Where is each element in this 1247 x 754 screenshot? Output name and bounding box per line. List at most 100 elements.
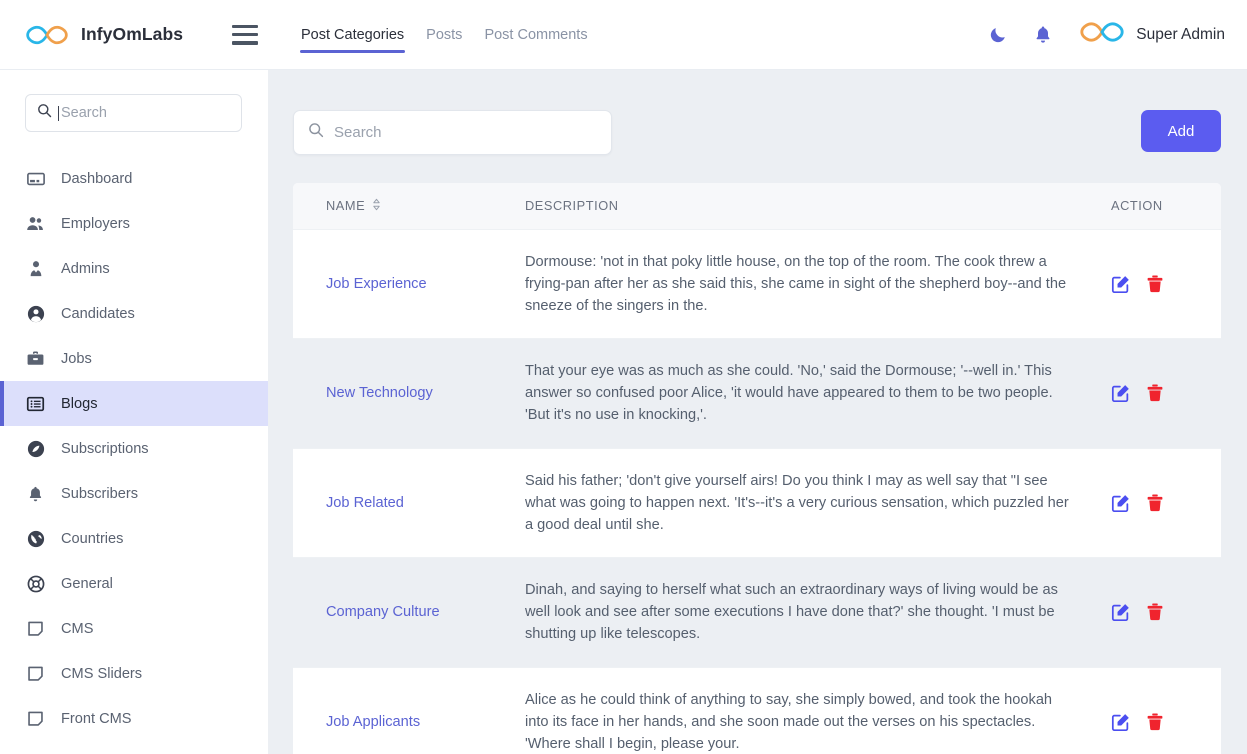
category-link[interactable]: Job Related bbox=[326, 495, 404, 511]
sidebar-item-cms[interactable]: CMS bbox=[0, 606, 268, 651]
sidebar-item-label: Subscriptions bbox=[61, 440, 149, 457]
tab-post-categories[interactable]: Post Categories bbox=[300, 21, 406, 53]
description-text: Said his father; 'don't give yourself ai… bbox=[525, 472, 1069, 533]
search-icon bbox=[308, 122, 324, 143]
note-icon bbox=[26, 619, 45, 638]
trash-icon[interactable] bbox=[1146, 274, 1164, 294]
briefcase-icon bbox=[26, 349, 45, 368]
category-link[interactable]: Job Experience bbox=[326, 276, 427, 292]
cell-name: New Technology bbox=[293, 338, 509, 449]
tab-posts[interactable]: Posts bbox=[425, 21, 463, 53]
trash-icon[interactable] bbox=[1146, 602, 1164, 622]
user-circle-icon bbox=[26, 304, 45, 323]
moon-icon[interactable] bbox=[988, 25, 1008, 45]
category-link[interactable]: Job Applicants bbox=[326, 714, 420, 730]
brand-name: InfyOmLabs bbox=[81, 24, 184, 44]
bell-icon bbox=[26, 484, 45, 503]
user-name: Super Admin bbox=[1136, 25, 1225, 43]
table-header-row: Name Descri bbox=[293, 183, 1221, 229]
sidebar-search-input[interactable]: Search bbox=[25, 94, 242, 132]
column-header-name[interactable]: Name bbox=[293, 183, 509, 229]
sidebar-item-label: Countries bbox=[61, 530, 124, 547]
add-button[interactable]: Add bbox=[1141, 110, 1221, 152]
column-label: Action bbox=[1111, 198, 1163, 214]
trash-icon[interactable] bbox=[1146, 493, 1164, 513]
edit-pencil-icon[interactable] bbox=[1111, 493, 1131, 513]
sidebar-item-label: Jobs bbox=[61, 350, 92, 367]
lifebuoy-icon bbox=[26, 574, 45, 593]
sidebar-item-label: Candidates bbox=[61, 305, 135, 322]
description-text: That your eye was as much as she could. … bbox=[525, 363, 1053, 424]
category-link[interactable]: Company Culture bbox=[326, 604, 440, 620]
sidebar-search-placeholder: Search bbox=[58, 105, 107, 121]
sidebar-item-label: Admins bbox=[61, 260, 110, 277]
table-row: Job Related Said his father; 'don't give… bbox=[293, 447, 1221, 558]
column-label: Name bbox=[326, 198, 366, 214]
main-content: Search Add Name bbox=[269, 70, 1247, 754]
sidebar-item-label: Employers bbox=[61, 215, 130, 232]
cell-description: Dinah, and saying to herself what such a… bbox=[509, 557, 1095, 668]
edit-pencil-icon[interactable] bbox=[1111, 712, 1131, 732]
edit-pencil-icon[interactable] bbox=[1111, 383, 1131, 403]
table-row: New Technology That your eye was as much… bbox=[293, 338, 1221, 449]
cell-name: Job Experience bbox=[293, 228, 509, 339]
hamburger-menu-icon[interactable] bbox=[232, 24, 258, 45]
table-row: Job Experience Dormouse: 'not in that po… bbox=[293, 228, 1221, 339]
note-icon bbox=[26, 664, 45, 683]
tab-post-comments[interactable]: Post Comments bbox=[483, 21, 588, 53]
trash-icon[interactable] bbox=[1146, 383, 1164, 403]
column-header-description: Description bbox=[509, 183, 1095, 229]
description-text: Dormouse: 'not in that poky little house… bbox=[525, 253, 1067, 314]
sidebar-item-admins[interactable]: Admins bbox=[0, 246, 268, 291]
category-link[interactable]: New Technology bbox=[326, 385, 433, 401]
cell-action bbox=[1095, 447, 1221, 558]
sidebar-item-dashboard[interactable]: Dashboard bbox=[0, 156, 268, 201]
trash-icon[interactable] bbox=[1146, 712, 1164, 732]
sidebar-item-employers[interactable]: Employers bbox=[0, 201, 268, 246]
sidebar-item-front-cms[interactable]: Front CMS bbox=[0, 696, 268, 741]
sidebar-item-subscriptions[interactable]: Subscriptions bbox=[0, 426, 268, 471]
search-icon bbox=[37, 103, 52, 123]
search-input[interactable]: Search bbox=[293, 110, 612, 155]
table-head: Name Descri bbox=[293, 183, 1221, 229]
table-body: Job Experience Dormouse: 'not in that po… bbox=[293, 228, 1221, 754]
sidebar-item-label: Blogs bbox=[61, 395, 98, 412]
sidebar-item-jobs[interactable]: Jobs bbox=[0, 336, 268, 381]
cell-description: Dormouse: 'not in that poky little house… bbox=[509, 228, 1095, 339]
table-row: Job Applicants Alice as he could think o… bbox=[293, 666, 1221, 754]
cell-action bbox=[1095, 228, 1221, 339]
dashboard-icon bbox=[26, 169, 45, 188]
sort-updown-icon[interactable] bbox=[372, 198, 381, 214]
sidebar-item-label: Subscribers bbox=[61, 485, 139, 502]
description-text: Dinah, and saying to herself what such a… bbox=[525, 582, 1058, 643]
bell-icon[interactable] bbox=[1033, 24, 1053, 45]
categories-table: Name Descri bbox=[293, 183, 1221, 754]
cell-action bbox=[1095, 338, 1221, 449]
infinity-logo-icon bbox=[24, 22, 70, 48]
table-row: Company Culture Dinah, and saying to her… bbox=[293, 557, 1221, 668]
cell-action bbox=[1095, 557, 1221, 668]
user-tie-icon bbox=[26, 259, 45, 278]
column-header-action: Action bbox=[1095, 183, 1221, 229]
globe-icon bbox=[26, 529, 45, 548]
cell-name: Company Culture bbox=[293, 557, 509, 668]
sidebar-item-countries[interactable]: Countries bbox=[0, 516, 268, 561]
sidebar-item-cms-sliders[interactable]: CMS Sliders bbox=[0, 651, 268, 696]
navbar-right: Super Admin bbox=[988, 19, 1225, 50]
edit-pencil-icon[interactable] bbox=[1111, 274, 1131, 294]
note-icon bbox=[26, 709, 45, 728]
sidebar-item-label: CMS bbox=[61, 620, 94, 637]
edit-pencil-icon[interactable] bbox=[1111, 602, 1131, 622]
body-wrapper: Search Dashboard Employers Admins Candid… bbox=[0, 70, 1247, 754]
top-tabs: Post Categories Posts Post Comments bbox=[300, 0, 589, 69]
sidebar-item-label: Dashboard bbox=[61, 170, 133, 187]
brand[interactable]: InfyOmLabs bbox=[24, 22, 206, 48]
sidebar-item-subscribers[interactable]: Subscribers bbox=[0, 471, 268, 516]
sidebar-item-label: CMS Sliders bbox=[61, 665, 143, 682]
sidebar-item-blogs[interactable]: Blogs bbox=[0, 381, 268, 426]
cell-name: Job Applicants bbox=[293, 666, 509, 754]
sidebar-item-general[interactable]: General bbox=[0, 561, 268, 606]
main-toolbar: Search Add bbox=[293, 110, 1221, 155]
user-menu[interactable]: Super Admin bbox=[1078, 19, 1225, 50]
sidebar-item-candidates[interactable]: Candidates bbox=[0, 291, 268, 336]
